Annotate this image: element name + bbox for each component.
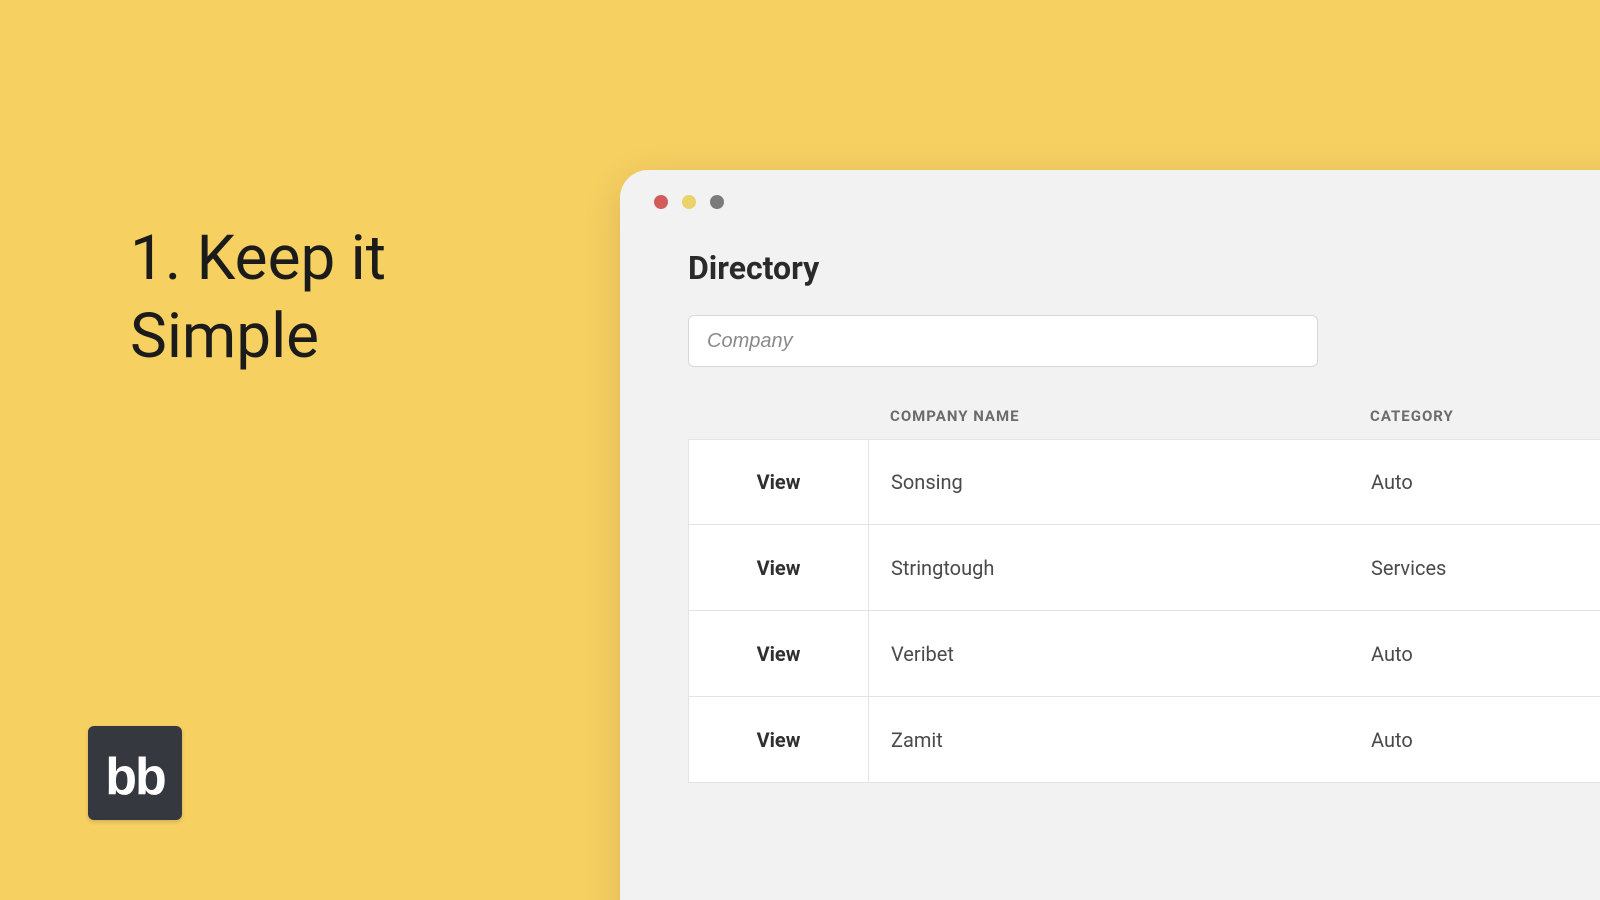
table-body: View Sonsing Auto View Stringtough Servi… <box>688 439 1600 783</box>
company-name: Sonsing <box>869 440 1349 524</box>
company-category: Auto <box>1349 611 1600 696</box>
company-name: Zamit <box>869 697 1349 782</box>
col-company-name: COMPANY NAME <box>868 393 1348 439</box>
slide-headline: 1. Keep itSimple <box>130 220 386 375</box>
view-button[interactable]: View <box>689 440 869 524</box>
table-row: View Zamit Auto <box>688 697 1600 783</box>
page-title: Directory <box>688 249 1600 287</box>
window-maximize-icon[interactable] <box>710 195 724 209</box>
view-button[interactable]: View <box>689 697 869 782</box>
company-name: Veribet <box>869 611 1349 696</box>
col-view <box>688 393 868 439</box>
window-minimize-icon[interactable] <box>682 195 696 209</box>
company-category: Auto <box>1349 440 1600 524</box>
col-category: CATEGORY <box>1348 393 1600 439</box>
brand-logo-text: bb <box>105 751 165 803</box>
company-category: Auto <box>1349 697 1600 782</box>
window-content: Directory COMPANY NAME CATEGORY View Son… <box>620 209 1600 783</box>
company-name: Stringtough <box>869 525 1349 610</box>
table-row: View Sonsing Auto <box>688 439 1600 525</box>
table-row: View Stringtough Services <box>688 525 1600 611</box>
table-row: View Veribet Auto <box>688 611 1600 697</box>
view-button[interactable]: View <box>689 525 869 610</box>
brand-logo: bb <box>88 726 182 820</box>
company-table: COMPANY NAME CATEGORY View Sonsing Auto … <box>688 393 1600 783</box>
view-button[interactable]: View <box>689 611 869 696</box>
window-controls <box>620 170 1600 209</box>
slide-stage: 1. Keep itSimple bb Directory COMPANY NA… <box>0 0 1600 900</box>
table-header: COMPANY NAME CATEGORY <box>688 393 1600 439</box>
app-window: Directory COMPANY NAME CATEGORY View Son… <box>620 170 1600 900</box>
company-category: Services <box>1349 525 1600 610</box>
window-close-icon[interactable] <box>654 195 668 209</box>
company-search-input[interactable] <box>688 315 1318 367</box>
